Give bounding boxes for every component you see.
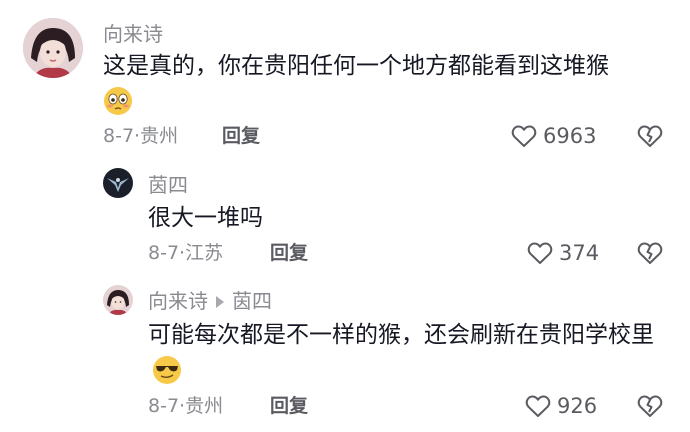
reply-button[interactable]: 回复	[270, 241, 308, 265]
comment-meta: 8-7·贵州	[148, 394, 223, 418]
comment-meta: 8-7·江苏	[148, 241, 223, 265]
comment-username[interactable]: 茵四	[148, 173, 188, 197]
comment-username[interactable]: 向来诗	[103, 22, 163, 46]
comment-date: 8-7	[103, 125, 135, 147]
reply-author[interactable]: 向来诗	[148, 289, 208, 313]
comment-text: 可能每次都是不一样的猴，还会刷新在贵阳学校里	[148, 318, 663, 386]
user-avatar-image	[103, 168, 133, 198]
avatar[interactable]	[103, 168, 133, 198]
broken-heart-icon[interactable]	[637, 124, 663, 148]
avatar[interactable]	[23, 18, 83, 78]
like-count: 926	[557, 394, 598, 418]
user-avatar-image	[103, 285, 133, 315]
like-button[interactable]: 6963	[511, 124, 596, 148]
avatar[interactable]	[103, 285, 133, 315]
like-count: 374	[559, 241, 600, 265]
reply-button[interactable]: 回复	[270, 394, 308, 418]
like-button[interactable]: 374	[527, 241, 599, 265]
user-avatar-image	[23, 18, 83, 78]
comment-date: 8-7	[148, 242, 180, 264]
broken-heart-icon[interactable]	[637, 241, 663, 265]
reply-arrow-icon	[216, 296, 224, 308]
comment-username: 向来诗 茵四	[148, 289, 272, 313]
comment-location: 江苏	[185, 242, 224, 264]
like-count: 6963	[543, 124, 597, 148]
like-button[interactable]: 926	[525, 394, 597, 418]
heart-icon	[527, 242, 553, 264]
broken-heart-icon[interactable]	[637, 394, 663, 418]
sunglasses-smirk-emoji	[152, 355, 182, 385]
comment-meta: 8-7·贵州	[103, 124, 178, 148]
reply-button[interactable]: 回复	[222, 124, 260, 148]
comment-location: 贵州	[140, 125, 179, 147]
comment-text: 很大一堆吗	[148, 205, 263, 231]
comment-location: 贵州	[185, 395, 224, 417]
flushed-face-emoji	[103, 86, 133, 116]
comment-date: 8-7	[148, 395, 180, 417]
heart-icon	[525, 395, 551, 417]
comment-text: 这是真的，你在贵阳任何一个地方都能看到这堆猴	[103, 49, 673, 117]
comment-text-content: 可能每次都是不一样的猴，还会刷新在贵阳学校里	[148, 322, 654, 348]
reply-target-user[interactable]: 茵四	[232, 289, 272, 313]
comment-text-content: 这是真的，你在贵阳任何一个地方都能看到这堆猴	[103, 53, 609, 79]
heart-icon	[511, 125, 537, 147]
